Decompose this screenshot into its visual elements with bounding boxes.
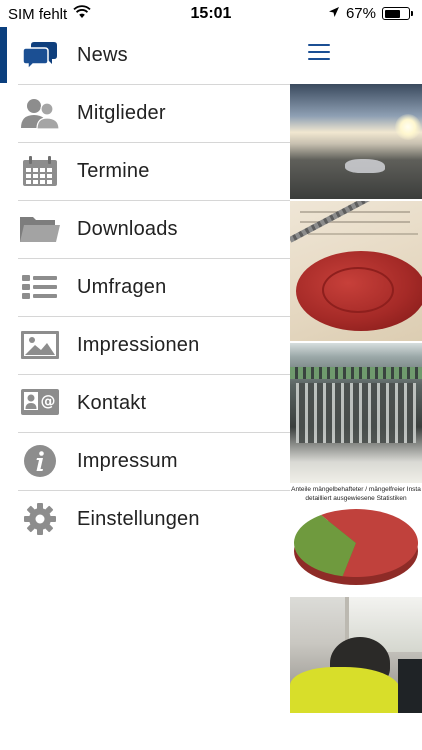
- menu-item-mitglieder[interactable]: Mitglieder: [0, 85, 290, 143]
- menu-item-news[interactable]: News: [0, 27, 290, 85]
- battery-fill: [384, 9, 400, 18]
- menu-item-label: Mitglieder: [77, 102, 166, 124]
- svg-text:@: @: [41, 392, 56, 410]
- contact-card-icon: @: [19, 386, 61, 420]
- menu-item-downloads[interactable]: Downloads: [0, 201, 290, 259]
- battery-icon: [382, 7, 413, 20]
- news-thumbnail-chart[interactable]: Anteile mängelbehafteter / mängelfreier …: [290, 485, 422, 593]
- gear-icon: [19, 502, 61, 536]
- side-menu: News Mitglieder Termine Downloads Umfrag…: [0, 27, 290, 549]
- menu-item-label: Umfragen: [77, 276, 167, 298]
- news-thumbnail-worker[interactable]: [290, 597, 422, 713]
- chart-caption-line2: detailliert ausgewiesene Statistiken: [305, 495, 407, 502]
- members-icon: [19, 96, 61, 130]
- info-icon: [19, 444, 61, 478]
- menu-item-label: News: [77, 44, 128, 66]
- battery-percent: 67%: [345, 5, 376, 22]
- status-bar: SIM fehlt 15:01 67%: [0, 0, 422, 28]
- menu-item-kontakt[interactable]: @ Kontakt: [0, 375, 290, 433]
- menu-item-label: Einstellungen: [77, 508, 200, 530]
- menu-item-label: Impressum: [77, 450, 178, 472]
- news-thumbnail-landscape[interactable]: [290, 84, 422, 199]
- pie-chart: [294, 509, 418, 585]
- menu-item-label: Kontakt: [77, 392, 147, 414]
- menu-item-termine[interactable]: Termine: [0, 143, 290, 201]
- menu-item-label: Termine: [77, 160, 150, 182]
- menu-item-impressionen[interactable]: Impressionen: [0, 317, 290, 375]
- location-arrow-icon: [328, 5, 340, 22]
- wifi-icon: [73, 5, 91, 23]
- menu-item-umfragen[interactable]: Umfragen: [0, 259, 290, 317]
- menu-item-label: Impressionen: [77, 334, 200, 356]
- folder-icon: [19, 212, 61, 246]
- list-icon: [19, 270, 61, 304]
- menu-item-label: Downloads: [77, 218, 178, 240]
- news-thumbnail-switchboard[interactable]: [290, 343, 422, 483]
- chart-caption-line1: Anteile mängelbehafteter / mängelfreier …: [291, 486, 421, 493]
- menu-item-impressum[interactable]: Impressum: [0, 433, 290, 491]
- chat-bubbles-icon: [19, 38, 61, 72]
- image-icon: [19, 328, 61, 362]
- news-thumbnail-seal[interactable]: [290, 201, 422, 341]
- carrier-label: SIM fehlt: [8, 5, 68, 23]
- calendar-icon: [19, 154, 61, 188]
- hamburger-menu-icon[interactable]: [308, 44, 330, 62]
- menu-item-einstellungen[interactable]: Einstellungen: [0, 491, 290, 549]
